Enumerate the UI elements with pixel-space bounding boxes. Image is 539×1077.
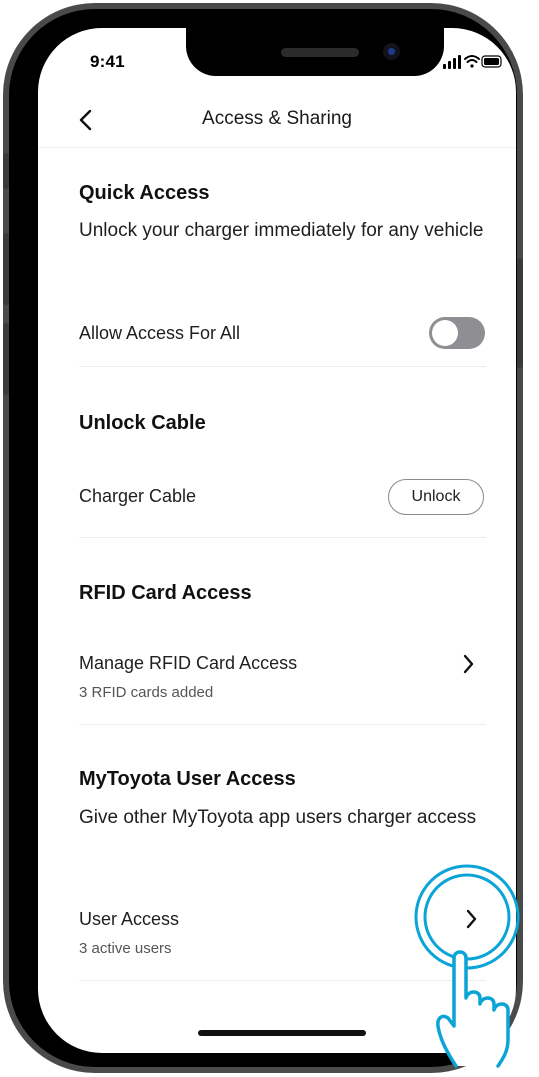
front-camera xyxy=(383,43,400,60)
status-icons xyxy=(443,54,503,70)
page-title: Access & Sharing xyxy=(202,108,352,129)
toggle-knob xyxy=(432,320,458,346)
chevron-right-icon xyxy=(463,654,474,674)
power-button xyxy=(517,258,523,368)
user-access-heading: MyToyota User Access xyxy=(79,768,296,790)
section-divider xyxy=(79,980,486,981)
battery-icon xyxy=(481,55,502,68)
rfid-heading: RFID Card Access xyxy=(79,582,252,604)
unlock-button[interactable]: Unlock xyxy=(388,479,484,515)
status-time: 9:41 xyxy=(90,52,125,71)
wifi-icon xyxy=(464,55,480,68)
rfid-count-label: 3 RFID cards added xyxy=(79,684,214,701)
allow-access-toggle[interactable] xyxy=(429,317,485,349)
unlock-cable-heading: Unlock Cable xyxy=(79,412,206,434)
signal-icon xyxy=(443,55,461,69)
active-users-label: 3 active users xyxy=(79,940,172,957)
speaker-grille xyxy=(281,48,359,57)
charger-cable-label: Charger Cable xyxy=(79,486,197,506)
nav-divider xyxy=(38,147,516,148)
home-indicator[interactable] xyxy=(198,1030,366,1036)
section-divider xyxy=(79,537,486,538)
manage-rfid-chevron[interactable] xyxy=(462,653,476,680)
allow-access-label: Allow Access For All xyxy=(79,323,241,343)
section-divider xyxy=(79,724,486,725)
quick-access-description: Unlock your charger immediately for any … xyxy=(79,220,484,241)
notch xyxy=(186,28,444,76)
user-access-description: Give other MyToyota app users charger ac… xyxy=(79,807,477,828)
manage-rfid-label[interactable]: Manage RFID Card Access xyxy=(79,653,297,674)
tap-hand-icon xyxy=(436,950,510,1068)
section-divider xyxy=(79,366,486,367)
user-access-label[interactable]: User Access xyxy=(79,909,179,930)
quick-access-heading: Quick Access xyxy=(79,182,210,204)
